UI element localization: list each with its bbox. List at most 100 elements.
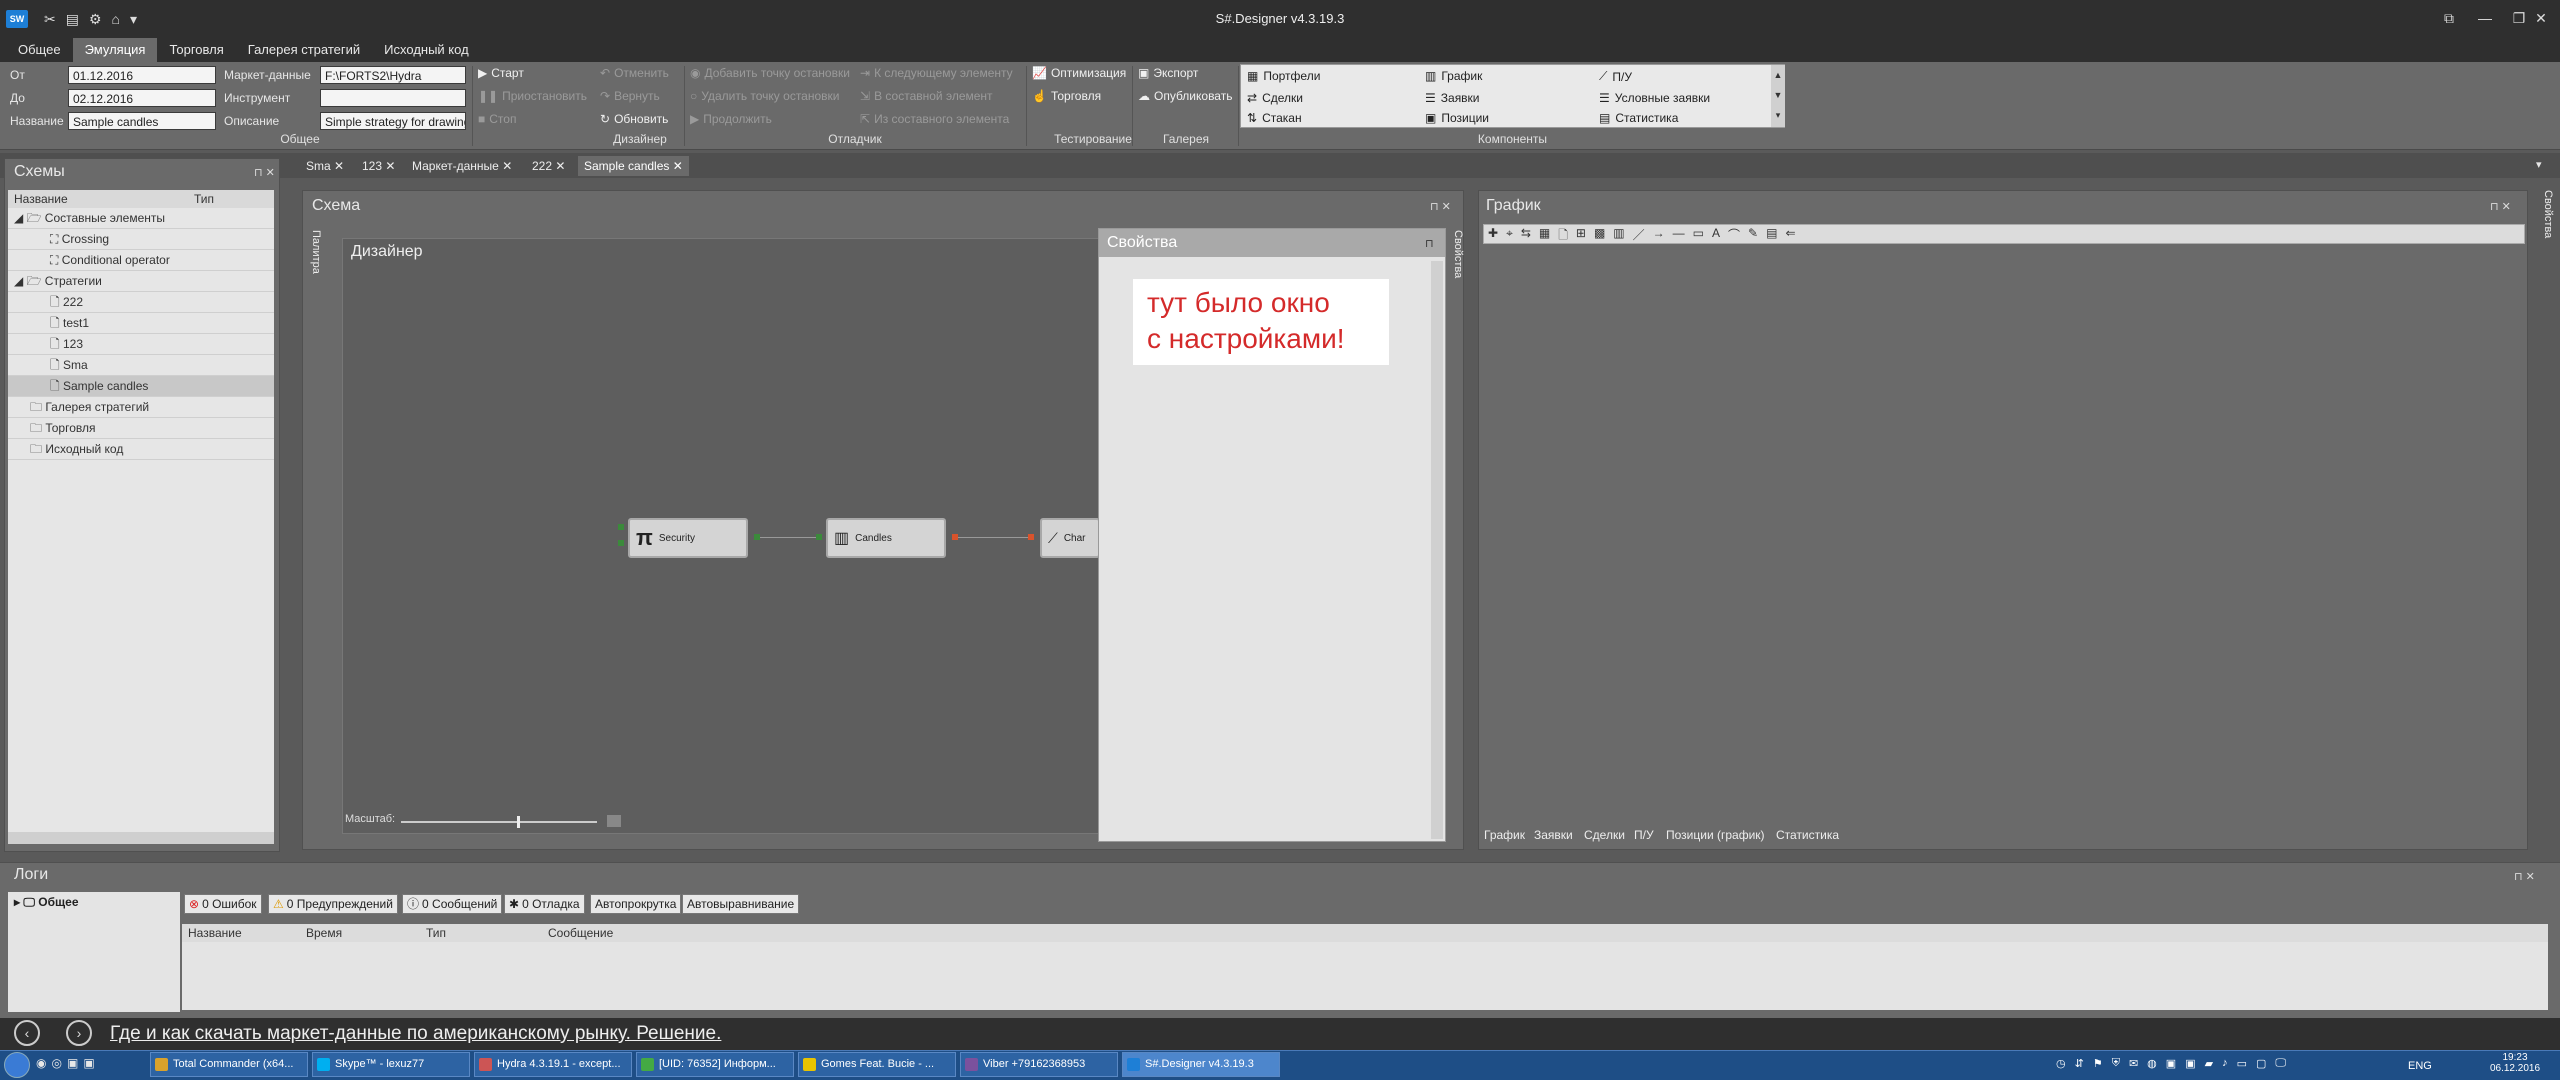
clock-icon[interactable]: ◷	[2056, 1057, 2066, 1070]
market-data-input[interactable]: F:\FORTS2\Hydra	[320, 66, 466, 84]
network-icon[interactable]: ⇵	[2075, 1057, 2084, 1070]
log-col-time[interactable]: Время	[306, 926, 342, 940]
monitor-icon[interactable]: 🖵	[2275, 1057, 2286, 1070]
doc-tab-222[interactable]: 222 ✕	[526, 156, 571, 176]
tab-trades[interactable]: Сделки	[1584, 828, 1625, 842]
pnl-component[interactable]: ⟋ П/У	[1599, 69, 1632, 84]
taskbar-item[interactable]: Viber +79162368953	[960, 1052, 1118, 1077]
restore-icon[interactable]: ⧉	[2432, 4, 2466, 32]
gear-icon[interactable]: ⚙	[89, 11, 102, 28]
display-icon[interactable]: ▢	[2256, 1057, 2266, 1070]
taskbar-item[interactable]: Gomes Feat. Bucie - ...	[798, 1052, 956, 1077]
vertical-scrollbar[interactable]	[1431, 261, 1443, 839]
undo-button[interactable]: ↶ Отменить	[600, 66, 669, 80]
app-icon[interactable]: ▣	[2185, 1057, 2195, 1070]
save-icon[interactable]: ▤	[66, 11, 79, 28]
horizontal-scrollbar[interactable]	[8, 832, 274, 844]
chart-properties-side-tab[interactable]: Свойства	[2534, 190, 2554, 238]
doc-tab-sample-candles[interactable]: Sample candles ✕	[578, 156, 689, 176]
tab-pnl[interactable]: П/У	[1634, 828, 1654, 842]
trading-button[interactable]: ☝ Торговля	[1032, 89, 1101, 103]
chevron-down-icon[interactable]: ▾	[130, 11, 137, 28]
tools-icon[interactable]: ✂	[44, 11, 56, 28]
optimization-button[interactable]: 📈 Оптимизация	[1032, 66, 1126, 80]
tab-strategy-gallery[interactable]: Галерея стратегий	[236, 38, 372, 62]
firefox-icon[interactable]: ◎	[51, 1056, 61, 1070]
nvidia-icon[interactable]: ▰	[2205, 1057, 2213, 1070]
app-icon[interactable]: ▣	[83, 1056, 94, 1070]
messages-filter[interactable]: ⓘ 0 Сообщений	[402, 894, 503, 914]
properties-side-tab[interactable]: Свойства	[1448, 230, 1464, 278]
pin-icon[interactable]: ⊓ ✕	[2490, 200, 2511, 213]
start-menu-icon[interactable]	[4, 1052, 30, 1078]
errors-filter[interactable]: ⊗ 0 Ошибок	[184, 894, 262, 914]
tab-trading[interactable]: Торговля	[157, 38, 235, 62]
next-element-button[interactable]: ⇥ К следующему элементу	[860, 66, 1013, 80]
to-date-input[interactable]: 02.12.2016	[68, 89, 216, 107]
chat-icon[interactable]: ✉	[2129, 1057, 2138, 1070]
app-icon[interactable]: ▣	[67, 1056, 78, 1070]
fit-icon[interactable]	[607, 815, 621, 827]
description-input[interactable]: Simple strategy for drawing	[320, 112, 466, 130]
app-icon[interactable]: ▣	[2166, 1057, 2176, 1070]
input-socket[interactable]	[816, 534, 822, 540]
input-socket[interactable]	[618, 524, 624, 530]
taskbar-item-active[interactable]: S#.Designer v4.3.19.3	[1122, 1052, 1280, 1077]
trades-component[interactable]: ⇄ Сделки	[1247, 91, 1303, 105]
start-button[interactable]: ▶ Старт	[478, 66, 524, 80]
column-name[interactable]: Название	[14, 192, 68, 206]
name-input[interactable]: Sample candles	[68, 112, 216, 130]
step-out-button[interactable]: ⇱ Из составного элемента	[860, 112, 1009, 126]
tree-item-gallery[interactable]: 🗀 Галерея стратегий	[8, 397, 274, 418]
chrome-icon[interactable]: ◉	[36, 1056, 46, 1070]
orders-component[interactable]: ☰ Заявки	[1425, 91, 1480, 105]
scale-slider-thumb[interactable]	[516, 816, 520, 828]
close-icon[interactable]: ✕	[2524, 4, 2558, 32]
steam-icon[interactable]: ◍	[2147, 1057, 2157, 1070]
minimize-icon[interactable]: —	[2468, 4, 2502, 32]
arrow-left-icon[interactable]: ‹	[14, 1020, 40, 1046]
home-icon[interactable]: ⌂	[112, 11, 120, 27]
clock[interactable]: 19:23 06.12.2016	[2480, 1052, 2550, 1074]
news-link[interactable]: Где и как скачать маркет-данные по амери…	[110, 1018, 721, 1050]
taskbar-item[interactable]: [UID: 76352] Информ...	[636, 1052, 794, 1077]
logs-tree-item-common[interactable]: ▸ 🖵 Общее	[14, 895, 79, 910]
tab-emulation[interactable]: Эмуляция	[72, 38, 158, 62]
continue-button[interactable]: ▶ Продолжить	[690, 112, 772, 126]
tree-item-test1[interactable]: 🗋 test1	[8, 313, 274, 334]
node-chart[interactable]: ⟋ Char	[1040, 518, 1100, 558]
chart-canvas[interactable]	[1483, 244, 2525, 824]
components-scroll[interactable]: ▲ ▼ ▾	[1771, 65, 1785, 127]
debug-filter[interactable]: ✱ 0 Отладка	[504, 894, 585, 914]
portfolios-component[interactable]: ▦ Портфели	[1247, 69, 1320, 83]
input-socket[interactable]	[1028, 534, 1034, 540]
from-date-input[interactable]: 01.12.2016	[68, 66, 216, 84]
pause-button[interactable]: ❚❚ Приостановить	[478, 89, 587, 103]
pin-icon[interactable]: ⊓	[1425, 237, 1434, 250]
tree-item-strategies[interactable]: ◢ 🗁 Стратегии	[8, 271, 274, 292]
conditional-orders-component[interactable]: ☰ Условные заявки	[1599, 91, 1710, 105]
tree-item-222[interactable]: 🗋 222	[8, 292, 274, 313]
redo-button[interactable]: ↷ Вернуть	[600, 89, 660, 103]
autoalign-toggle[interactable]: Автовыравнивание	[682, 894, 800, 914]
node-candles[interactable]: ▥ Candles	[826, 518, 946, 558]
log-col-message[interactable]: Сообщение	[548, 926, 613, 940]
tree-item-source-code[interactable]: 🗀 Исходный код	[8, 439, 274, 460]
tree-item-composite[interactable]: ◢ 🗁 Составные элементы	[8, 208, 274, 229]
tree-item-crossing[interactable]: ⛶ Crossing	[8, 229, 274, 250]
refresh-button[interactable]: ↻ Обновить	[600, 112, 668, 126]
speaker-icon[interactable]: ♪	[2222, 1057, 2228, 1070]
tree-item-conditional[interactable]: ⛶ Conditional operator	[8, 250, 274, 271]
doc-tab-sma[interactable]: Sma ✕	[300, 156, 350, 176]
pin-icon[interactable]: ⊓ ✕	[254, 166, 275, 179]
log-col-name[interactable]: Название	[188, 926, 242, 940]
step-into-button[interactable]: ⇲ В составной элемент	[860, 89, 993, 103]
taskbar-item[interactable]: Skype™ - lexuz77	[312, 1052, 470, 1077]
taskbar-item[interactable]: Total Commander (x64...	[150, 1052, 308, 1077]
tab-orders[interactable]: Заявки	[1534, 828, 1573, 842]
arrow-right-icon[interactable]: ›	[66, 1020, 92, 1046]
instrument-input[interactable]	[320, 89, 466, 107]
pin-icon[interactable]: ⊓ ✕	[1430, 200, 1451, 213]
chart-component[interactable]: ▥ График	[1425, 69, 1482, 83]
tab-positions-chart[interactable]: Позиции (график)	[1666, 828, 1765, 842]
